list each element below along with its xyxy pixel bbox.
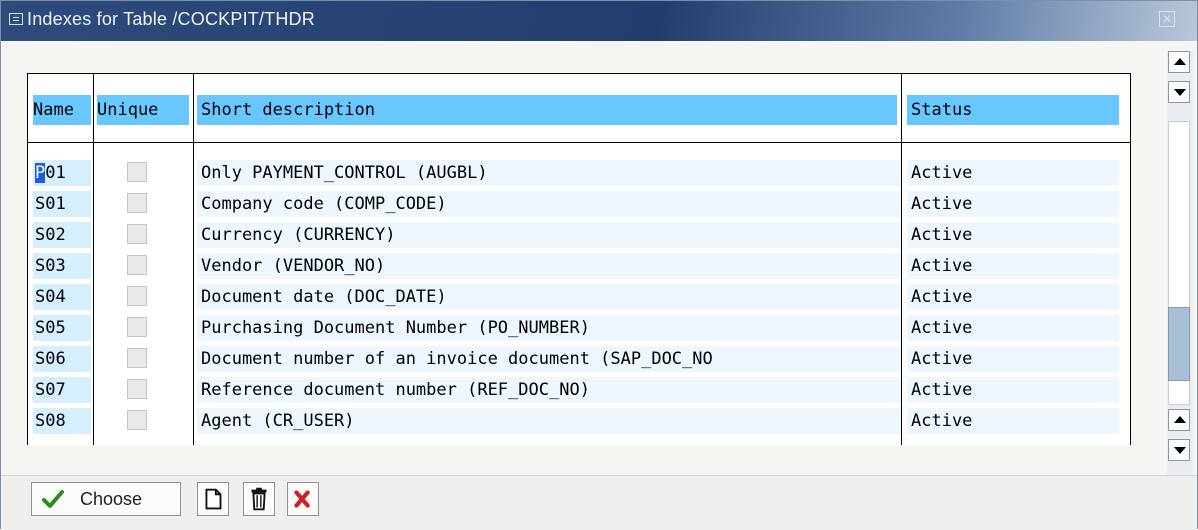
table-row[interactable]: S06 Document number of an invoice docume… xyxy=(27,343,1131,374)
status-cell: Active xyxy=(907,191,1119,217)
title-bar[interactable]: Indexes for Table /COCKPIT/THDR ✕ xyxy=(1,1,1197,41)
unique-checkbox xyxy=(127,162,147,182)
window-icon xyxy=(9,13,23,25)
table-row[interactable]: S05 Purchasing Document Number (PO_NUMBE… xyxy=(27,312,1131,343)
index-name-cell[interactable]: S03 xyxy=(33,253,91,279)
choose-label: Choose xyxy=(80,489,143,509)
index-name-cell[interactable]: S05 xyxy=(33,315,91,341)
scroll-page-down-button[interactable] xyxy=(1168,81,1190,103)
window-title: Indexes for Table /COCKPIT/THDR xyxy=(27,9,315,29)
status-cell: Active xyxy=(907,346,1119,372)
text-cursor: P xyxy=(35,163,46,183)
unique-checkbox xyxy=(127,286,147,306)
description-cell: Vendor (VENDOR_NO) xyxy=(197,253,901,279)
description-cell: Document date (DOC_DATE) xyxy=(197,284,901,310)
cancel-button[interactable] xyxy=(287,482,319,516)
index-name-cell[interactable]: S04 xyxy=(33,284,91,310)
index-name-rest: 01 xyxy=(45,163,66,183)
scroll-page-up-button[interactable] xyxy=(1168,51,1190,73)
description-cell: Agent (CR_USER) xyxy=(197,408,901,434)
column-header-unique[interactable]: Unique xyxy=(97,95,189,125)
vertical-scrollbar[interactable] xyxy=(1167,51,1193,475)
unique-checkbox xyxy=(127,410,147,430)
index-name-cell[interactable]: S06 xyxy=(33,346,91,372)
status-cell: Active xyxy=(907,160,1119,186)
column-header-description[interactable]: Short description xyxy=(197,95,897,125)
index-table: Name Unique Short description Status P01… xyxy=(27,73,1131,445)
scroll-thumb[interactable] xyxy=(1168,307,1190,381)
description-cell: Document number of an invoice document (… xyxy=(197,346,901,372)
unique-checkbox xyxy=(127,379,147,399)
status-cell: Active xyxy=(907,222,1119,248)
status-cell: Active xyxy=(907,284,1119,310)
button-bar: Choose xyxy=(1,475,1197,530)
new-entry-button[interactable] xyxy=(197,482,229,516)
close-button[interactable]: ✕ xyxy=(1159,11,1175,27)
status-cell: Active xyxy=(907,253,1119,279)
index-name-cell[interactable]: S07 xyxy=(33,377,91,403)
table-row[interactable]: S07 Reference document number (REF_DOC_N… xyxy=(27,374,1131,405)
unique-checkbox xyxy=(127,193,147,213)
table-row[interactable]: S02 Currency (CURRENCY) Active xyxy=(27,219,1131,250)
description-cell: Only PAYMENT_CONTROL (AUGBL) xyxy=(197,160,901,186)
scroll-up-button[interactable] xyxy=(1168,409,1190,431)
unique-checkbox xyxy=(127,224,147,244)
table-row[interactable]: P01 Only PAYMENT_CONTROL (AUGBL) Active xyxy=(27,157,1131,188)
status-cell: Active xyxy=(907,408,1119,434)
delete-trash-icon xyxy=(251,487,267,511)
index-name-cell[interactable]: S08 xyxy=(33,408,91,434)
cancel-x-icon xyxy=(294,490,310,508)
header-divider xyxy=(27,142,1131,143)
choose-button[interactable]: Choose xyxy=(31,482,181,516)
column-header-name[interactable]: Name xyxy=(33,95,91,125)
index-name-cell[interactable]: S01 xyxy=(33,191,91,217)
description-cell: Purchasing Document Number (PO_NUMBER) xyxy=(197,315,901,341)
delete-button[interactable] xyxy=(243,482,275,516)
new-document-icon xyxy=(205,488,222,510)
dialog-window: Indexes for Table /COCKPIT/THDR ✕ Name U… xyxy=(0,0,1198,530)
description-cell: Currency (CURRENCY) xyxy=(197,222,901,248)
description-cell: Company code (COMP_CODE) xyxy=(197,191,901,217)
index-name-cell[interactable]: S02 xyxy=(33,222,91,248)
unique-checkbox xyxy=(127,255,147,275)
column-header-status[interactable]: Status xyxy=(907,95,1119,125)
index-name-cell[interactable]: P01 xyxy=(33,160,91,186)
unique-checkbox xyxy=(127,348,147,368)
checkmark-icon xyxy=(42,490,64,508)
table-row[interactable]: S03 Vendor (VENDOR_NO) Active xyxy=(27,250,1131,281)
unique-checkbox xyxy=(127,317,147,337)
table-row[interactable]: S04 Document date (DOC_DATE) Active xyxy=(27,281,1131,312)
description-cell: Reference document number (REF_DOC_NO) xyxy=(197,377,901,403)
scroll-down-button[interactable] xyxy=(1168,439,1190,461)
status-cell: Active xyxy=(907,315,1119,341)
status-cell: Active xyxy=(907,377,1119,403)
table-row[interactable]: S08 Agent (CR_USER) Active xyxy=(27,405,1131,445)
table-row[interactable]: S01 Company code (COMP_CODE) Active xyxy=(27,188,1131,219)
table-border-top xyxy=(27,73,1131,74)
